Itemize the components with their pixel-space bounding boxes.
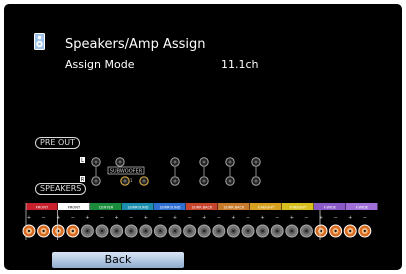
pre-out-l-label: L <box>81 158 84 164</box>
speaker-group-label: F.WIDE <box>356 206 369 210</box>
speaker-group-label: FRONT <box>68 206 81 210</box>
svg-text:−: − <box>71 215 75 221</box>
speaker-terminal: − <box>329 215 343 238</box>
speaker-terminal: + <box>285 215 299 238</box>
speaker-group-label: F.WIDE <box>324 206 337 210</box>
speaker-terminal: − <box>358 215 372 238</box>
speaker-terminal: + <box>226 215 240 238</box>
svg-text:+: + <box>173 215 177 221</box>
svg-text:+: + <box>202 215 206 221</box>
speaker-terminal: + <box>197 215 211 238</box>
amp-terminal-diagram: L R SUBWOOFER 1 2 FRONT FRONT CENTER SURROU… <box>22 157 378 240</box>
speaker-terminal: − <box>124 215 138 238</box>
pre-out-jack <box>170 176 180 186</box>
svg-text:+: + <box>114 215 118 221</box>
speaker-terminal: + <box>51 215 65 238</box>
svg-text:+: + <box>260 215 264 221</box>
speaker-group-label: F.HEIGHT <box>290 206 307 210</box>
pre-out-jack <box>115 157 125 167</box>
svg-text:−: − <box>304 215 308 221</box>
pre-out-jack <box>91 176 101 186</box>
speaker-terminal: + <box>314 215 328 238</box>
svg-text:−: − <box>158 215 162 221</box>
pre-out-jack <box>251 176 261 186</box>
speaker-terminal: + <box>80 215 94 238</box>
pre-out-jack <box>199 176 209 186</box>
svg-text:−: − <box>129 215 133 221</box>
svg-text:+: + <box>231 215 235 221</box>
pre-out-jack <box>225 176 235 186</box>
speaker-group-label: F.HEIGHT <box>258 206 275 210</box>
speaker-group-label: SURR.BACK <box>224 206 245 210</box>
svg-text:−: − <box>333 215 337 221</box>
speaker-terminal: + <box>256 215 270 238</box>
speaker-terminal: − <box>212 215 226 238</box>
screen: Speakers/Amp Assign Assign Mode 11.1ch P… <box>4 4 402 270</box>
speaker-group-label: SURROUND <box>128 206 149 210</box>
pre-out-jack <box>91 157 101 167</box>
svg-text:−: − <box>100 215 104 221</box>
speaker-terminal: − <box>66 215 80 238</box>
speaker-terminal: + <box>22 215 36 238</box>
speaker-group-label: FRONT <box>36 206 49 210</box>
speaker-terminal: − <box>95 215 109 238</box>
pre-out-jack <box>251 157 261 167</box>
back-button[interactable]: Back <box>52 252 184 268</box>
pre-out-terminals: L R SUBWOOFER 1 2 <box>80 157 145 183</box>
pre-out-r-label: R <box>81 177 85 183</box>
svg-text:−: − <box>275 215 279 221</box>
speaker-terminal: − <box>241 215 255 238</box>
subwoofer-jack <box>120 176 130 186</box>
svg-text:+: + <box>85 215 89 221</box>
svg-text:+: + <box>290 215 294 221</box>
svg-text:−: − <box>187 215 191 221</box>
speaker-terminal: − <box>270 215 284 238</box>
subwoofer-label: SUBWOOFER <box>110 169 143 175</box>
speaker-terminal: + <box>168 215 182 238</box>
svg-text:−: − <box>363 215 367 221</box>
speaker-terminal: + <box>139 215 153 238</box>
svg-text:+: + <box>319 215 323 221</box>
svg-text:−: − <box>246 215 250 221</box>
svg-text:+: + <box>144 215 148 221</box>
svg-text:+: + <box>27 215 31 221</box>
speaker-terminal: + <box>343 215 357 238</box>
pre-out-jack <box>199 157 209 167</box>
pre-out-jack <box>170 157 180 167</box>
svg-text:+: + <box>56 215 60 221</box>
speaker-terminal: − <box>37 215 51 238</box>
speaker-group-label: CENTER <box>99 206 114 210</box>
subwoofer-1-label: 1 <box>130 178 133 183</box>
speaker-terminals: + − + − + − + − + − + − + − + − + − + − + − + − <box>22 210 372 240</box>
svg-text:+: + <box>348 215 352 221</box>
speaker-terminal: + <box>110 215 124 238</box>
speaker-group-label: SURR.BACK <box>192 206 213 210</box>
speaker-terminal: − <box>183 215 197 238</box>
speaker-group-label: SURROUND <box>160 206 181 210</box>
pre-out-jack <box>225 157 235 167</box>
svg-text:−: − <box>217 215 221 221</box>
speaker-terminal: − <box>299 215 313 238</box>
svg-text:−: − <box>41 215 45 221</box>
speaker-terminal: − <box>153 215 167 238</box>
subwoofer-jack <box>139 176 149 186</box>
